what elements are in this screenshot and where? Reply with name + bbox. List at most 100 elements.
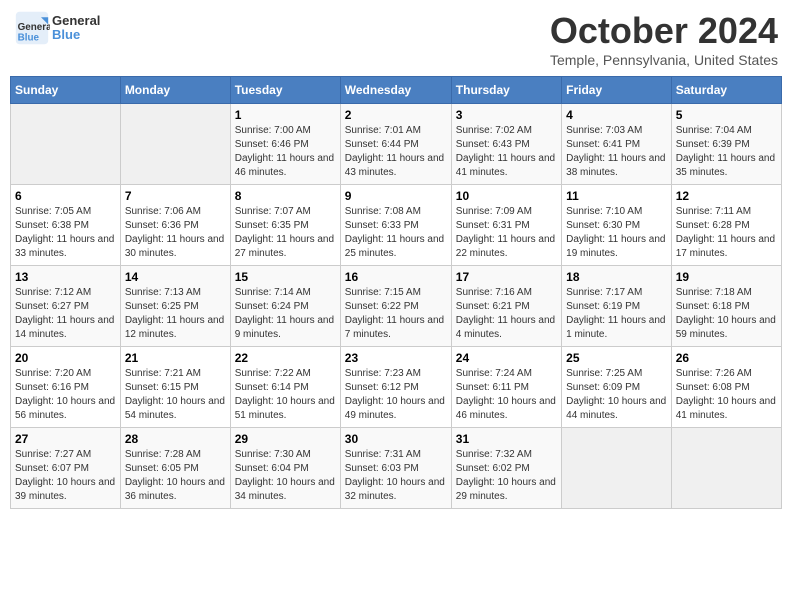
week-row-3: 13 Sunrise: 7:12 AMSunset: 6:27 PMDayligh… (11, 266, 782, 347)
day-number: 23 (345, 351, 447, 365)
day-cell: 5 Sunrise: 7:04 AMSunset: 6:39 PMDaylight… (671, 104, 781, 185)
day-info: Sunrise: 7:21 AMSunset: 6:15 PMDaylight:… (125, 367, 226, 423)
day-number: 20 (15, 351, 116, 365)
day-number: 8 (235, 189, 336, 203)
day-cell: 30 Sunrise: 7:31 AMSunset: 6:03 PMDayligh… (340, 428, 451, 509)
day-cell: 9 Sunrise: 7:08 AMSunset: 6:33 PMDaylight… (340, 185, 451, 266)
day-info: Sunrise: 7:01 AMSunset: 6:44 PMDaylight:… (345, 124, 447, 180)
day-number: 31 (456, 432, 557, 446)
day-info: Sunrise: 7:12 AMSunset: 6:27 PMDaylight:… (15, 286, 116, 342)
day-cell: 28Sunrise: 7:28 AMSunset: 6:05 PMDayligh… (120, 428, 230, 509)
day-info: Sunrise: 7:25 AMSunset: 6:09 PMDaylight:… (566, 367, 667, 423)
day-number: 1 (235, 108, 336, 122)
day-cell (11, 104, 121, 185)
day-number: 10 (456, 189, 557, 203)
day-info: Sunrise: 7:03 AMSunset: 6:41 PMDaylight:… (566, 124, 667, 180)
day-number: 26 (676, 351, 777, 365)
day-info: Sunrise: 7:27 AMSunset: 6:07 PMDaylight:… (15, 448, 116, 504)
logo-icon: General Blue (14, 10, 50, 46)
day-cell: 18Sunrise: 7:17 AMSunset: 6:19 PMDayligh… (562, 266, 672, 347)
day-info: Sunrise: 7:18 AMSunset: 6:18 PMDaylight:… (676, 286, 777, 342)
location: Temple, Pennsylvania, United States (550, 52, 778, 68)
day-cell: 29Sunrise: 7:30 AMSunset: 6:04 PMDayligh… (230, 428, 340, 509)
day-number: 24 (456, 351, 557, 365)
day-cell (671, 428, 781, 509)
day-number: 4 (566, 108, 667, 122)
col-header-thursday: Thursday (451, 77, 561, 104)
svg-text:General: General (18, 22, 50, 33)
day-info: Sunrise: 7:31 AMSunset: 6:03 PMDaylight:… (345, 448, 447, 504)
day-number: 5 (676, 108, 777, 122)
day-number: 22 (235, 351, 336, 365)
day-info: Sunrise: 7:04 AMSunset: 6:39 PMDaylight:… (676, 124, 777, 180)
day-number: 7 (125, 189, 226, 203)
day-number: 2 (345, 108, 447, 122)
day-info: Sunrise: 7:20 AMSunset: 6:16 PMDaylight:… (15, 367, 116, 423)
day-number: 29 (235, 432, 336, 446)
day-cell: 11 Sunrise: 7:10 AMSunset: 6:30 PMDayligh… (562, 185, 672, 266)
title-block: October 2024 Temple, Pennsylvania, Unite… (550, 10, 778, 68)
day-cell: 10 Sunrise: 7:09 AMSunset: 6:31 PMDayligh… (451, 185, 561, 266)
day-info: Sunrise: 7:10 AMSunset: 6:30 PMDaylight:… (566, 205, 667, 261)
day-info: Sunrise: 7:11 AMSunset: 6:28 PMDaylight:… (676, 205, 777, 261)
day-info: Sunrise: 7:13 AMSunset: 6:25 PMDaylight:… (125, 286, 226, 342)
day-info: Sunrise: 7:32 AMSunset: 6:02 PMDaylight:… (456, 448, 557, 504)
day-number: 30 (345, 432, 447, 446)
col-header-monday: Monday (120, 77, 230, 104)
logo-general: General (52, 13, 100, 28)
day-cell: 15Sunrise: 7:14 AMSunset: 6:24 PMDayligh… (230, 266, 340, 347)
day-info: Sunrise: 7:06 AMSunset: 6:36 PMDaylight:… (125, 205, 226, 261)
day-cell: 21Sunrise: 7:21 AMSunset: 6:15 PMDayligh… (120, 347, 230, 428)
day-cell: 12 Sunrise: 7:11 AMSunset: 6:28 PMDayligh… (671, 185, 781, 266)
day-info: Sunrise: 7:15 AMSunset: 6:22 PMDaylight:… (345, 286, 447, 342)
day-info: Sunrise: 7:24 AMSunset: 6:11 PMDaylight:… (456, 367, 557, 423)
day-number: 13 (15, 270, 116, 284)
day-number: 25 (566, 351, 667, 365)
col-header-saturday: Saturday (671, 77, 781, 104)
header-row: SundayMondayTuesdayWednesdayThursdayFrid… (11, 77, 782, 104)
day-number: 27 (15, 432, 116, 446)
day-info: Sunrise: 7:26 AMSunset: 6:08 PMDaylight:… (676, 367, 777, 423)
day-cell: 13 Sunrise: 7:12 AMSunset: 6:27 PMDayligh… (11, 266, 121, 347)
day-cell: 6Sunrise: 7:05 AMSunset: 6:38 PMDaylight… (11, 185, 121, 266)
day-info: Sunrise: 7:09 AMSunset: 6:31 PMDaylight:… (456, 205, 557, 261)
day-cell: 2 Sunrise: 7:01 AMSunset: 6:44 PMDaylight… (340, 104, 451, 185)
day-info: Sunrise: 7:23 AMSunset: 6:12 PMDaylight:… (345, 367, 447, 423)
day-cell: 26 Sunrise: 7:26 AMSunset: 6:08 PMDayligh… (671, 347, 781, 428)
day-cell: 17Sunrise: 7:16 AMSunset: 6:21 PMDayligh… (451, 266, 561, 347)
day-cell (120, 104, 230, 185)
day-cell: 4 Sunrise: 7:03 AMSunset: 6:41 PMDaylight… (562, 104, 672, 185)
day-cell: 8Sunrise: 7:07 AMSunset: 6:35 PMDaylight… (230, 185, 340, 266)
col-header-friday: Friday (562, 77, 672, 104)
day-cell: 22 Sunrise: 7:22 AMSunset: 6:14 PMDayligh… (230, 347, 340, 428)
day-info: Sunrise: 7:16 AMSunset: 6:21 PMDaylight:… (456, 286, 557, 342)
day-cell: 31 Sunrise: 7:32 AMSunset: 6:02 PMDayligh… (451, 428, 561, 509)
day-cell: 25 Sunrise: 7:25 AMSunset: 6:09 PMDayligh… (562, 347, 672, 428)
day-number: 15 (235, 270, 336, 284)
week-row-5: 27 Sunrise: 7:27 AMSunset: 6:07 PMDayligh… (11, 428, 782, 509)
col-header-sunday: Sunday (11, 77, 121, 104)
day-number: 12 (676, 189, 777, 203)
day-cell: 27 Sunrise: 7:27 AMSunset: 6:07 PMDayligh… (11, 428, 121, 509)
svg-text:Blue: Blue (18, 33, 40, 44)
day-cell: 23 Sunrise: 7:23 AMSunset: 6:12 PMDayligh… (340, 347, 451, 428)
month-title: October 2024 (550, 10, 778, 52)
day-number: 16 (345, 270, 447, 284)
day-number: 9 (345, 189, 447, 203)
day-number: 6 (15, 189, 116, 203)
col-header-tuesday: Tuesday (230, 77, 340, 104)
logo: General Blue General Blue (14, 10, 100, 46)
calendar-table: SundayMondayTuesdayWednesdayThursdayFrid… (10, 76, 782, 509)
day-info: Sunrise: 7:22 AMSunset: 6:14 PMDaylight:… (235, 367, 336, 423)
day-cell: 7 Sunrise: 7:06 AMSunset: 6:36 PMDaylight… (120, 185, 230, 266)
logo-blue: Blue (52, 27, 80, 42)
day-info: Sunrise: 7:08 AMSunset: 6:33 PMDaylight:… (345, 205, 447, 261)
day-info: Sunrise: 7:28 AMSunset: 6:05 PMDaylight:… (125, 448, 226, 504)
page-header: General Blue General Blue October 2024 T… (10, 10, 782, 68)
day-cell: 1Sunrise: 7:00 AMSunset: 6:46 PMDaylight… (230, 104, 340, 185)
week-row-4: 20 Sunrise: 7:20 AMSunset: 6:16 PMDayligh… (11, 347, 782, 428)
day-number: 11 (566, 189, 667, 203)
day-number: 18 (566, 270, 667, 284)
week-row-1: 1Sunrise: 7:00 AMSunset: 6:46 PMDaylight… (11, 104, 782, 185)
day-cell (562, 428, 672, 509)
